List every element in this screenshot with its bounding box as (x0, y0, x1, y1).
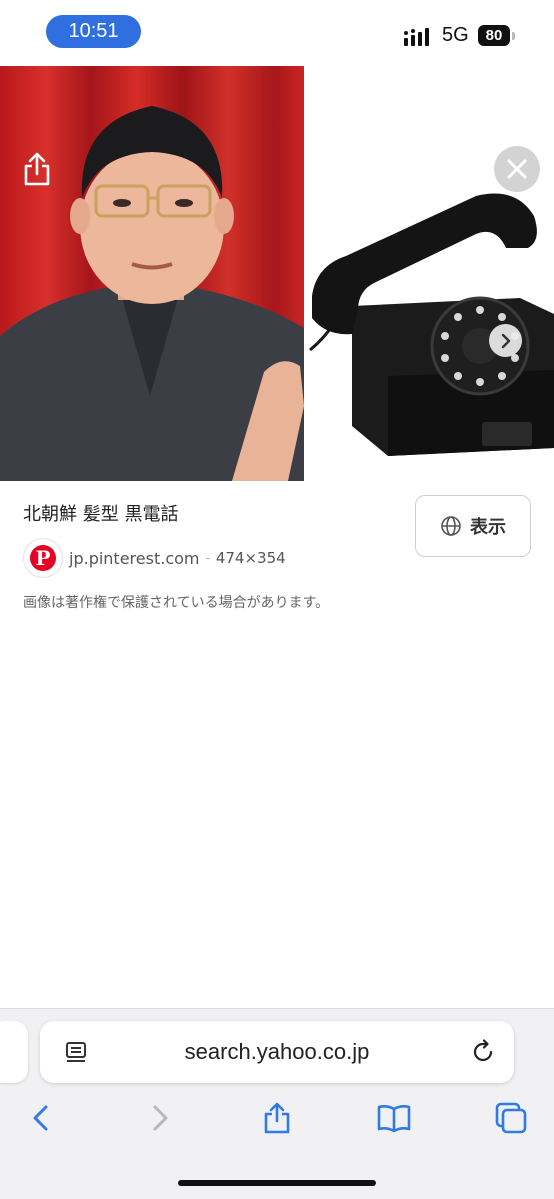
chevron-right-icon (501, 333, 510, 348)
view-button-label: 表示 (470, 517, 506, 538)
home-indicator (178, 1180, 376, 1186)
reload-icon[interactable] (470, 1039, 496, 1065)
image-viewer[interactable] (0, 66, 554, 481)
close-button[interactable] (494, 146, 540, 192)
view-button[interactable]: 表示 (415, 495, 531, 557)
status-time: 10:51 (46, 15, 141, 48)
source-domain[interactable]: jp.pinterest.com (69, 549, 199, 568)
share-icon[interactable] (260, 1101, 294, 1135)
pinterest-logo: P (23, 538, 63, 578)
copyright-notice: 画像は著作権で保護されている場合があります。 (23, 595, 330, 611)
source-separator: - (205, 551, 210, 565)
bookmarks-icon[interactable] (377, 1101, 411, 1135)
globe-icon (441, 516, 461, 536)
battery-cap (512, 32, 515, 40)
browser-toolbar: search.yahoo.co.jp (0, 1008, 554, 1199)
signal-icon (404, 28, 429, 46)
address-bar[interactable]: search.yahoo.co.jp (40, 1021, 514, 1083)
previous-tab-preview[interactable] (0, 1021, 28, 1083)
image-title: 北朝鮮 髪型 黒電話 (23, 504, 179, 525)
main-photo[interactable] (0, 66, 304, 481)
share-icon[interactable] (22, 152, 52, 186)
next-image-button[interactable] (489, 324, 522, 357)
battery-indicator: 80 (478, 25, 510, 46)
url-text[interactable]: search.yahoo.co.jp (40, 1021, 514, 1083)
pinterest-icon: P (30, 545, 56, 571)
status-bar: 10:51 5G 80 (0, 0, 554, 66)
source-row[interactable]: P jp.pinterest.com - 474×354 (23, 538, 286, 578)
image-size: 474×354 (215, 549, 286, 567)
back-icon[interactable] (24, 1101, 58, 1135)
close-icon (507, 159, 527, 179)
network-label: 5G (442, 24, 469, 46)
forward-icon[interactable] (143, 1101, 177, 1135)
tabs-icon[interactable] (494, 1101, 528, 1135)
